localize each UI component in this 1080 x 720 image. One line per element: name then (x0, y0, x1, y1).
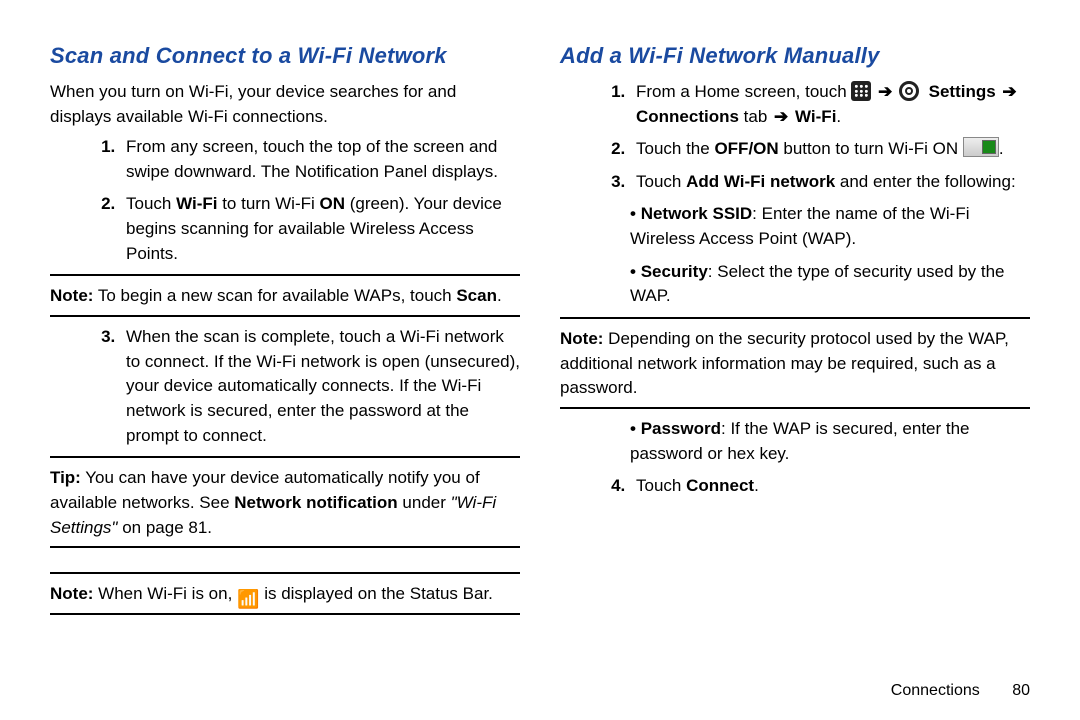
left-column: Scan and Connect to a Wi-Fi Network When… (50, 40, 520, 672)
wifi-icon: 📶 (237, 590, 259, 608)
bullet-password: Password: If the WAP is secured, enter t… (630, 417, 1030, 466)
divider (560, 407, 1030, 409)
divider (50, 613, 520, 615)
right-step-2: Touch the OFF/ON button to turn Wi-Fi ON… (630, 137, 1030, 162)
footer-page-number: 80 (1012, 682, 1030, 699)
left-step-3: When the scan is complete, touch a Wi-Fi… (120, 325, 520, 448)
intro-text: When you turn on Wi-Fi, your device sear… (50, 80, 520, 129)
divider (560, 317, 1030, 319)
right-step-4: Touch Connect. (630, 474, 1030, 499)
toggle-on-icon (963, 137, 999, 157)
divider (50, 315, 520, 317)
divider (50, 274, 520, 276)
page-footer: Connections 80 (50, 672, 1030, 700)
left-step-1: From any screen, touch the top of the sc… (120, 135, 520, 184)
heading-scan-connect: Scan and Connect to a Wi-Fi Network (50, 40, 520, 72)
tip-network-notification: Tip: You can have your device automatica… (50, 466, 520, 540)
footer-section: Connections (891, 682, 980, 699)
divider (50, 546, 520, 548)
right-step-3: Touch Add Wi-Fi network and enter the fo… (630, 170, 1030, 195)
settings-icon (899, 81, 919, 101)
divider (50, 572, 520, 574)
left-step-2: Touch Wi-Fi to turn Wi-Fi ON (green). Yo… (120, 192, 520, 266)
note-new-scan: Note: To begin a new scan for available … (50, 284, 520, 309)
heading-add-manually: Add a Wi-Fi Network Manually (560, 40, 1030, 72)
apps-grid-icon (851, 81, 871, 101)
bullet-ssid: Network SSID: Enter the name of the Wi-F… (630, 202, 1030, 251)
note-status-bar: Note: When Wi-Fi is on, 📶 is displayed o… (50, 582, 520, 607)
bullet-security: Security: Select the type of security us… (630, 260, 1030, 309)
right-step-1: From a Home screen, touch ➔ Settings ➔ C… (630, 80, 1030, 129)
note-security-extra: Note: Depending on the security protocol… (560, 327, 1030, 401)
right-column: Add a Wi-Fi Network Manually From a Home… (560, 40, 1030, 672)
divider (50, 456, 520, 458)
